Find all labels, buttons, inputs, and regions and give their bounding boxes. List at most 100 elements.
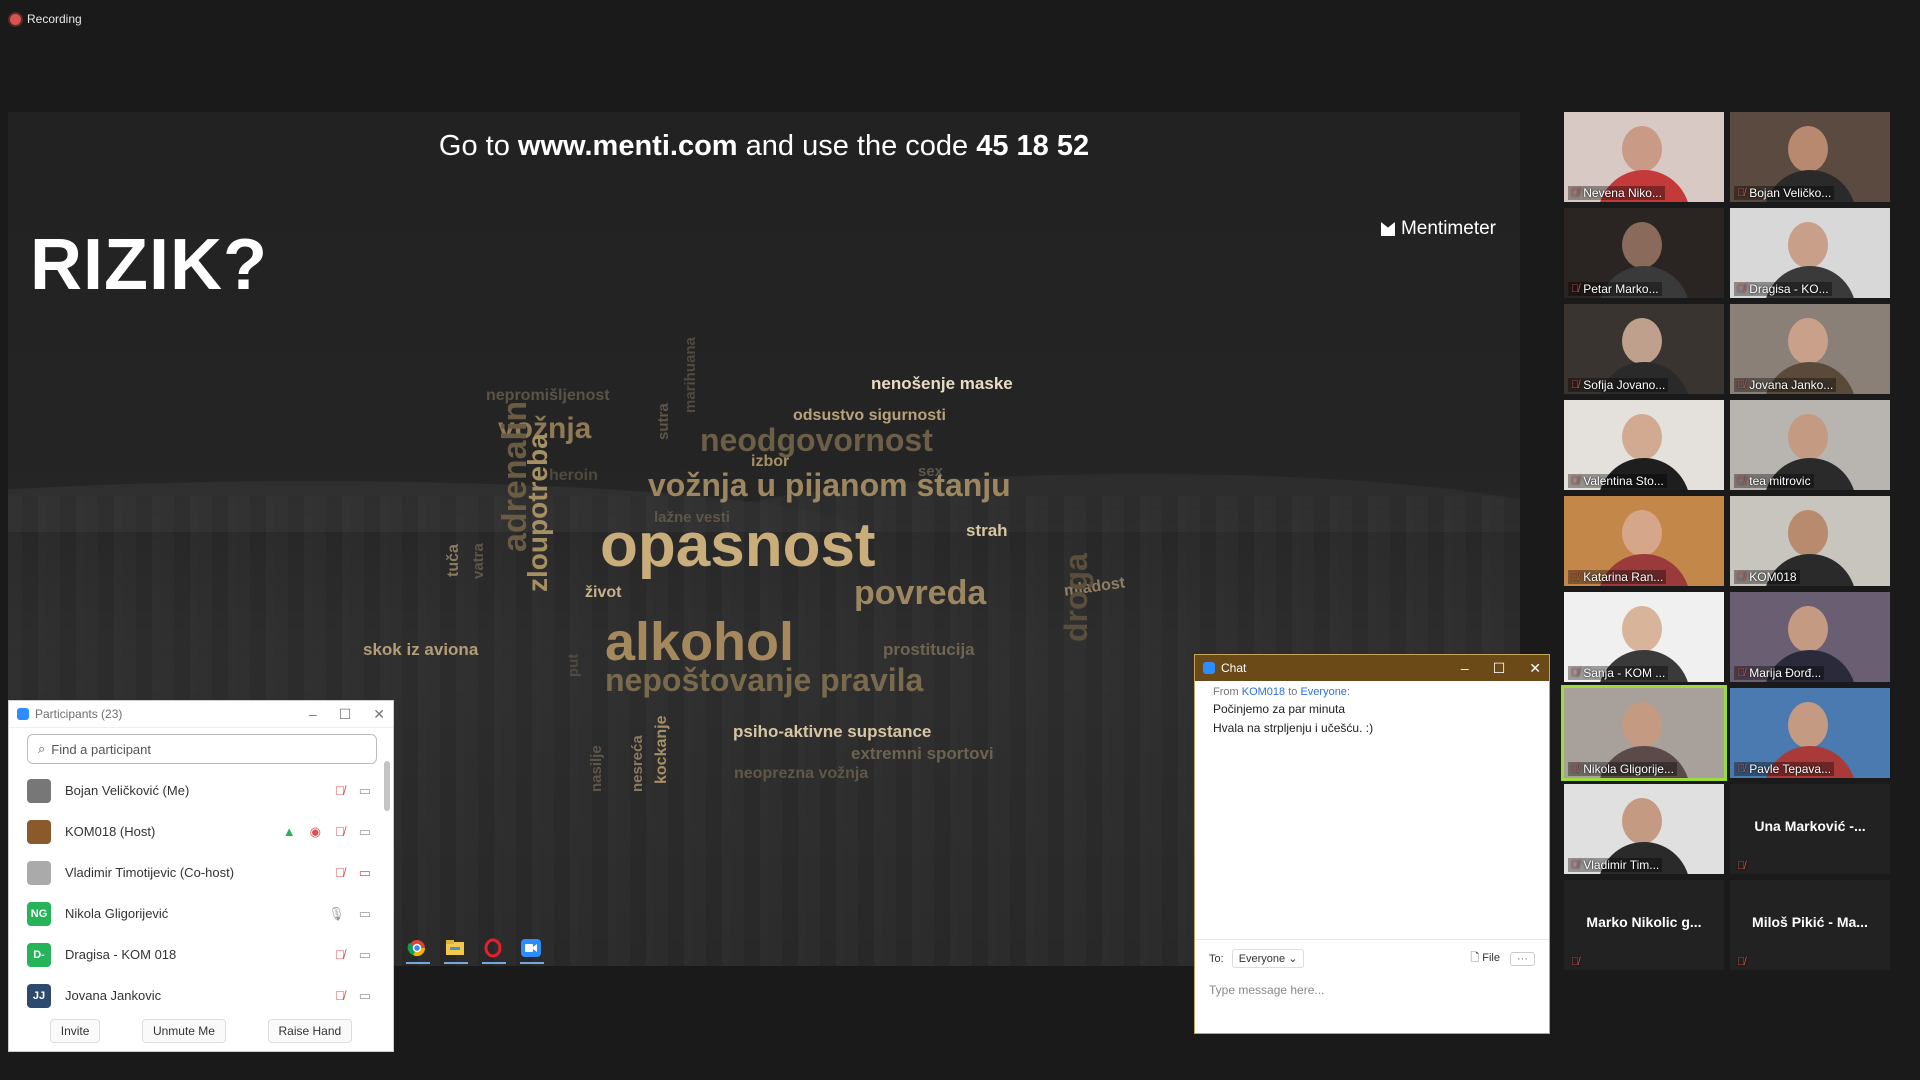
participant-row[interactable]: JJ Jovana Jankovic 🎙̸ ▭ bbox=[9, 975, 393, 1016]
mic-muted-icon: 🎙̸ bbox=[1571, 379, 1580, 391]
raise-hand-button[interactable]: Raise Hand bbox=[267, 1019, 353, 1043]
video-icon[interactable]: ▭ bbox=[359, 947, 371, 963]
video-tile[interactable]: 🎙̸ Katarina Ran... bbox=[1564, 496, 1724, 586]
more-options-button[interactable]: ··· bbox=[1510, 951, 1535, 966]
close-icon[interactable]: ✕ bbox=[373, 706, 385, 723]
video-tile[interactable]: 🎙̸ Marija Đorđ... bbox=[1730, 592, 1890, 682]
tile-name-label: 🎙̸ Bojan Veličko... bbox=[1734, 186, 1835, 200]
mic-icon[interactable]: 🎙 bbox=[328, 906, 345, 922]
to-word: to bbox=[1285, 686, 1301, 698]
participant-row[interactable]: D- Dragisa - KOM 018 🎙̸ ▭ bbox=[9, 934, 393, 975]
video-tile[interactable]: 🎙̸ Sofija Jovano... bbox=[1564, 304, 1724, 394]
record-icon bbox=[10, 13, 21, 25]
zoom-icon bbox=[17, 708, 29, 720]
tile-name: KOM018 bbox=[1749, 570, 1797, 584]
invite-button[interactable]: Invite bbox=[49, 1019, 101, 1043]
tile-name-label: 🎙̸ bbox=[1568, 956, 1582, 968]
minimize-icon[interactable]: – bbox=[1461, 660, 1469, 677]
participant-name: KOM018 (Host) bbox=[65, 824, 156, 839]
mic-muted-icon[interactable]: 🎙̸ bbox=[335, 824, 345, 839]
opera-icon[interactable] bbox=[482, 938, 506, 964]
participant-row[interactable]: Vladimir Timotijevic (Co-host) 🎙̸ ▭ bbox=[9, 852, 393, 893]
participant-row[interactable]: KOM018 (Host) ▲ ◉ 🎙̸ ▭ bbox=[9, 811, 393, 852]
recording-label: Recording bbox=[27, 12, 82, 26]
video-icon[interactable]: ▭ bbox=[359, 988, 371, 1004]
video-tile[interactable]: 🎙̸ tea mitrovic bbox=[1730, 400, 1890, 490]
video-tile[interactable]: 🎙̸ Petar Marko... bbox=[1564, 208, 1724, 298]
tile-name-label: 🎙̸ bbox=[1734, 860, 1748, 872]
participant-face bbox=[1788, 318, 1828, 364]
video-tile[interactable]: 🎙̸ KOM018 bbox=[1730, 496, 1890, 586]
video-tile[interactable]: Una Marković -... 🎙̸ bbox=[1730, 784, 1890, 874]
chat-message-input[interactable]: Type message here... bbox=[1209, 983, 1324, 997]
recipient-dropdown[interactable]: Everyone ⌄ bbox=[1231, 949, 1305, 968]
video-icon[interactable]: ▭ bbox=[359, 906, 371, 922]
participants-scrollbar[interactable] bbox=[384, 761, 390, 811]
mic-muted-icon: 🎙̸ bbox=[1737, 187, 1746, 199]
mic-muted-icon: 🎙̸ bbox=[1571, 187, 1580, 199]
word-cloud-word: heroin bbox=[549, 467, 598, 484]
participant-row[interactable]: NG Nikola Gligorijević 🎙 ▭ bbox=[9, 893, 393, 934]
mic-muted-icon[interactable]: 🎙̸ bbox=[335, 865, 345, 880]
recording-indicator[interactable]: Recording bbox=[10, 12, 82, 26]
video-tile[interactable]: Marko Nikolic g... 🎙̸ bbox=[1564, 880, 1724, 970]
share-screen-icon: ▲ bbox=[282, 824, 296, 839]
chat-titlebar[interactable]: Chat – ☐ ✕ bbox=[1195, 655, 1549, 681]
file-explorer-icon[interactable] bbox=[444, 938, 468, 964]
video-tile[interactable]: Miloš Pikić - Ma... 🎙̸ bbox=[1730, 880, 1890, 970]
video-tile[interactable]: 🎙̸ Bojan Veličko... bbox=[1730, 112, 1890, 202]
chrome-icon[interactable] bbox=[406, 938, 430, 964]
participants-titlebar[interactable]: Participants (23) – ☐ ✕ bbox=[9, 701, 393, 728]
mic-muted-icon: 🎙̸ bbox=[1571, 475, 1580, 487]
close-icon[interactable]: ✕ bbox=[1529, 660, 1541, 677]
video-tile[interactable]: 🎙̸ Nevena Niko... bbox=[1564, 112, 1724, 202]
word-cloud-word: opasnost bbox=[600, 511, 876, 580]
video-tile[interactable]: 🎙̸ Vladimir Tim... bbox=[1564, 784, 1724, 874]
mic-muted-icon: 🎙̸ bbox=[1571, 283, 1580, 295]
code-mid: and use the code bbox=[737, 130, 977, 162]
video-tile[interactable]: 🎙̸ Valentina Sto... bbox=[1564, 400, 1724, 490]
chat-recipient[interactable]: Everyone bbox=[1300, 686, 1346, 698]
participant-face bbox=[1622, 126, 1662, 172]
word-cloud-word: zloupotreba bbox=[522, 433, 553, 592]
chat-sender-line: From KOM018 to Everyone: bbox=[1213, 685, 1531, 700]
video-tile[interactable]: 🎙̸ Nikola Gligorije... bbox=[1561, 685, 1727, 781]
tile-name: Sofija Jovano... bbox=[1583, 378, 1666, 392]
maximize-icon[interactable]: ☐ bbox=[1493, 660, 1506, 677]
mic-muted-icon[interactable]: 🎙̸ bbox=[335, 988, 345, 1003]
mic-muted-icon[interactable]: 🎙̸ bbox=[335, 947, 345, 962]
from-prefix: From bbox=[1213, 686, 1242, 698]
chat-recipient-row: To: Everyone ⌄ 🗋 File ··· bbox=[1195, 949, 1549, 968]
zoom-icon[interactable] bbox=[520, 938, 544, 964]
tile-name: Petar Marko... bbox=[1583, 282, 1659, 296]
participant-search-input[interactable]: ⌕ Find a participant bbox=[27, 734, 377, 764]
word-cloud-word: vatra bbox=[470, 543, 487, 579]
word-cloud-word: život bbox=[585, 584, 622, 601]
participant-face bbox=[1622, 222, 1662, 268]
maximize-icon[interactable]: ☐ bbox=[339, 706, 352, 723]
video-tile[interactable]: 🎙̸ Jovana Janko... bbox=[1730, 304, 1890, 394]
chat-sender[interactable]: KOM018 bbox=[1242, 686, 1285, 698]
video-icon[interactable]: ▭ bbox=[359, 783, 371, 799]
participant-row[interactable]: Bojan Veličković (Me) 🎙̸ ▭ bbox=[9, 770, 393, 811]
chat-window[interactable]: Chat – ☐ ✕ From KOM018 to Everyone: Poči… bbox=[1194, 654, 1550, 1034]
tile-name-label: 🎙̸ Valentina Sto... bbox=[1568, 474, 1667, 488]
tile-name: Bojan Veličko... bbox=[1749, 186, 1832, 200]
mic-muted-icon[interactable]: 🎙̸ bbox=[335, 783, 345, 798]
video-tile[interactable]: 🎙̸ Sanja - KOM ... bbox=[1564, 592, 1724, 682]
unmute-me-button[interactable]: Unmute Me bbox=[141, 1019, 226, 1043]
file-button[interactable]: 🗋 File bbox=[1470, 949, 1500, 968]
zoom-icon bbox=[1203, 662, 1215, 674]
tile-name-label: 🎙̸ Nevena Niko... bbox=[1568, 186, 1665, 200]
tile-name-label: 🎙̸ Sanja - KOM ... bbox=[1568, 666, 1669, 680]
video-tile[interactable]: 🎙̸ Pavle Tepava... bbox=[1730, 688, 1890, 778]
word-cloud-word: nasilje bbox=[588, 745, 605, 792]
video-icon[interactable]: ▭ bbox=[359, 824, 371, 840]
mic-muted-icon: 🎙̸ bbox=[1737, 860, 1746, 872]
mic-muted-icon: 🎙̸ bbox=[1571, 956, 1580, 968]
video-tile[interactable]: 🎙̸ Dragisa - KO... bbox=[1730, 208, 1890, 298]
video-off-icon[interactable]: ▭ bbox=[359, 865, 371, 881]
participants-panel[interactable]: Participants (23) – ☐ ✕ ⌕ Find a partici… bbox=[8, 700, 394, 1052]
minimize-icon[interactable]: – bbox=[309, 706, 317, 723]
tile-display-name: Marko Nikolic g... bbox=[1586, 914, 1702, 930]
